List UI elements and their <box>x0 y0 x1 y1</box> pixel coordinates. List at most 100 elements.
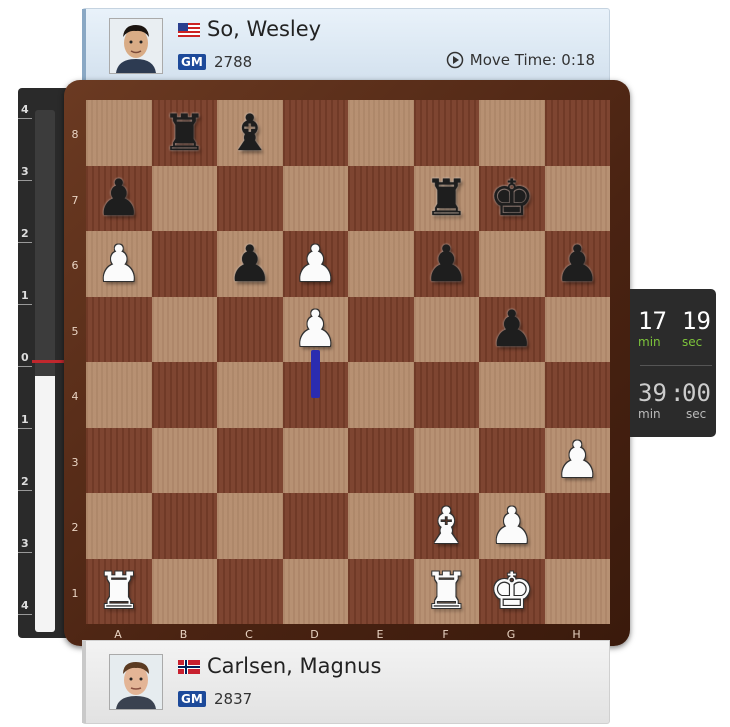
white-rook-icon[interactable]: ♜ <box>96 566 141 616</box>
square-d1[interactable] <box>282 558 348 624</box>
square-g6[interactable] <box>479 231 545 297</box>
top-player-avatar[interactable] <box>109 18 163 74</box>
square-e6[interactable] <box>348 231 414 297</box>
white-pawn-icon[interactable]: ♟ <box>293 304 338 354</box>
square-e7[interactable] <box>348 165 414 231</box>
black-pawn-icon[interactable]: ♟ <box>424 239 469 289</box>
black-rook-icon[interactable]: ♜ <box>424 173 469 223</box>
evaluation-bar: 4 3 2 1 0 1 2 3 4 <box>18 88 66 638</box>
bottom-player-avatar[interactable] <box>109 654 163 710</box>
square-g8[interactable] <box>479 100 545 166</box>
square-d7[interactable] <box>282 165 348 231</box>
square-h4[interactable] <box>544 362 610 428</box>
square-f7[interactable]: ♜ <box>413 165 479 231</box>
square-b1[interactable] <box>151 558 217 624</box>
square-c2[interactable] <box>217 493 283 559</box>
square-g5[interactable]: ♟ <box>479 296 545 362</box>
square-f5[interactable] <box>413 296 479 362</box>
square-b8[interactable]: ♜ <box>151 100 217 166</box>
square-a6[interactable]: ♟ <box>86 231 152 297</box>
bottom-player-name[interactable]: Carlsen, Magnus <box>207 654 381 678</box>
square-c3[interactable] <box>217 427 283 493</box>
white-pawn-icon[interactable]: ♟ <box>293 239 338 289</box>
square-c7[interactable] <box>217 165 283 231</box>
square-c1[interactable] <box>217 558 283 624</box>
white-pawn-icon[interactable]: ♟ <box>555 435 600 485</box>
black-pawn-icon[interactable]: ♟ <box>489 304 534 354</box>
evaluation-scale-label: 2 <box>21 227 29 240</box>
evaluation-scale-label: 1 <box>21 413 29 426</box>
square-f2[interactable]: ♝ <box>413 493 479 559</box>
square-a3[interactable] <box>86 427 152 493</box>
square-e4[interactable] <box>348 362 414 428</box>
square-e8[interactable] <box>348 100 414 166</box>
square-f3[interactable] <box>413 427 479 493</box>
game-clock: 17 19 min sec 39 : 00 min sec <box>630 289 716 437</box>
black-pawn-icon[interactable]: ♟ <box>227 239 272 289</box>
square-c8[interactable]: ♝ <box>217 100 283 166</box>
square-a2[interactable] <box>86 493 152 559</box>
square-h2[interactable] <box>544 493 610 559</box>
evaluation-scale-label: 0 <box>21 351 29 364</box>
square-g7[interactable]: ♚ <box>479 165 545 231</box>
square-f4[interactable] <box>413 362 479 428</box>
evaluation-scale-tick <box>18 552 32 553</box>
black-pawn-icon[interactable]: ♟ <box>96 173 141 223</box>
white-king-icon[interactable]: ♚ <box>489 566 534 616</box>
square-c6[interactable]: ♟ <box>217 231 283 297</box>
chess-board[interactable]: ♜ ♝ ♟ ♜ ♚ ♟ ♟ ♟ ♟ ♟ ♟ ♟ ♟ ♝ ♟ ♜ ♜ ♚ <box>86 100 610 624</box>
square-a7[interactable]: ♟ <box>86 165 152 231</box>
square-b4[interactable] <box>151 362 217 428</box>
rank-label: 7 <box>71 193 79 207</box>
rank-label: 8 <box>71 128 79 141</box>
square-d8[interactable] <box>282 100 348 166</box>
square-b3[interactable] <box>151 427 217 493</box>
square-b6[interactable] <box>151 231 217 297</box>
top-player-rating: 2788 <box>214 53 253 71</box>
square-g1[interactable]: ♚ <box>479 558 545 624</box>
inactive-clock-min-label: min <box>638 407 661 421</box>
white-pawn-icon[interactable]: ♟ <box>489 501 534 551</box>
black-pawn-icon[interactable]: ♟ <box>555 239 600 289</box>
black-rook-icon[interactable]: ♜ <box>162 108 207 158</box>
square-f8[interactable] <box>413 100 479 166</box>
square-a4[interactable] <box>86 362 152 428</box>
black-bishop-icon[interactable]: ♝ <box>227 108 272 158</box>
square-b5[interactable] <box>151 296 217 362</box>
square-a1[interactable]: ♜ <box>86 558 152 624</box>
square-d3[interactable] <box>282 427 348 493</box>
top-player-name[interactable]: So, Wesley <box>207 17 321 41</box>
rank-label: 1 <box>71 586 79 600</box>
evaluation-white-fill <box>35 376 55 632</box>
square-b2[interactable] <box>151 493 217 559</box>
square-e2[interactable] <box>348 493 414 559</box>
square-d2[interactable] <box>282 493 348 559</box>
white-rook-icon[interactable]: ♜ <box>424 566 469 616</box>
white-bishop-icon[interactable]: ♝ <box>424 501 469 551</box>
white-pawn-icon[interactable]: ♟ <box>96 239 141 289</box>
square-f1[interactable]: ♜ <box>413 558 479 624</box>
square-d6[interactable]: ♟ <box>282 231 348 297</box>
black-king-icon[interactable]: ♚ <box>489 173 534 223</box>
square-h3[interactable]: ♟ <box>544 427 610 493</box>
square-f6[interactable]: ♟ <box>413 231 479 297</box>
square-a8[interactable] <box>86 100 152 166</box>
square-e5[interactable] <box>348 296 414 362</box>
square-e3[interactable] <box>348 427 414 493</box>
evaluation-scale-tick <box>18 366 32 367</box>
square-g4[interactable] <box>479 362 545 428</box>
square-h7[interactable] <box>544 165 610 231</box>
square-g3[interactable] <box>479 427 545 493</box>
square-h6[interactable]: ♟ <box>544 231 610 297</box>
bottom-player-panel: Carlsen, Magnus GM 2837 <box>82 640 610 724</box>
evaluation-scale-tick <box>18 428 32 429</box>
square-h1[interactable] <box>544 558 610 624</box>
square-c4[interactable] <box>217 362 283 428</box>
square-g2[interactable]: ♟ <box>479 493 545 559</box>
square-b7[interactable] <box>151 165 217 231</box>
square-c5[interactable] <box>217 296 283 362</box>
square-h5[interactable] <box>544 296 610 362</box>
square-h8[interactable] <box>544 100 610 166</box>
square-a5[interactable] <box>86 296 152 362</box>
square-e1[interactable] <box>348 558 414 624</box>
